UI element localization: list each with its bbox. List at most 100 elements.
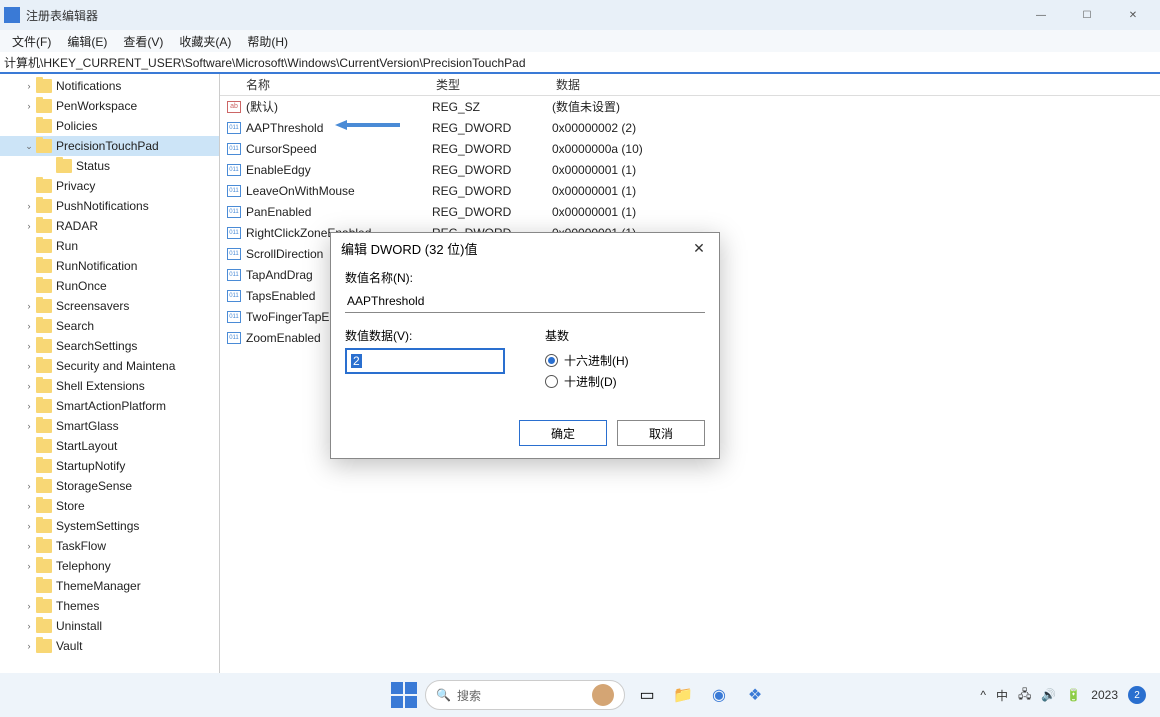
tree-item[interactable]: Policies xyxy=(0,116,219,136)
tree-item[interactable]: ›Vault xyxy=(0,636,219,656)
value-type: REG_SZ xyxy=(432,100,552,114)
tree-item[interactable]: ›Security and Maintena xyxy=(0,356,219,376)
tree-item[interactable]: ›Shell Extensions xyxy=(0,376,219,396)
tree-item[interactable]: ›Store xyxy=(0,496,219,516)
list-row[interactable]: 011EnableEdgyREG_DWORD0x00000001 (1) xyxy=(220,159,1160,180)
binary-value-icon: 011 xyxy=(226,268,242,282)
search-icon: 🔍 xyxy=(436,688,451,702)
battery-icon[interactable]: 🔋 xyxy=(1066,688,1081,702)
minimize-button[interactable]: — xyxy=(1018,0,1064,30)
tree-item[interactable]: ›Uninstall xyxy=(0,616,219,636)
radio-hex[interactable]: 十六进制(H) xyxy=(545,352,705,369)
value-data: 0x00000002 (2) xyxy=(552,121,1160,135)
data-input[interactable]: 2 xyxy=(345,348,505,374)
tree-item[interactable]: StartupNotify xyxy=(0,456,219,476)
tray-chevron-icon[interactable]: ^ xyxy=(980,688,986,702)
menu-edit[interactable]: 编辑(E) xyxy=(59,31,115,52)
tree-item[interactable]: ›Themes xyxy=(0,596,219,616)
chevron-icon: › xyxy=(22,361,36,371)
list-row[interactable]: 011PanEnabledREG_DWORD0x00000001 (1) xyxy=(220,201,1160,222)
edit-dword-dialog: 编辑 DWORD (32 位)值 ✕ 数值名称(N): AAPThreshold… xyxy=(330,232,720,459)
tree-item[interactable]: ›Notifications xyxy=(0,76,219,96)
tree-item[interactable]: ›TaskFlow xyxy=(0,536,219,556)
tree-item[interactable]: ›RADAR xyxy=(0,216,219,236)
registry-tree[interactable]: ›Notifications›PenWorkspace Policies ⌄Prec… xyxy=(0,74,220,674)
dialog-close-button[interactable]: ✕ xyxy=(689,240,709,257)
tree-item[interactable]: ›SystemSettings xyxy=(0,516,219,536)
tree-label: RunNotification xyxy=(56,259,137,273)
col-data[interactable]: 数据 xyxy=(550,76,1160,93)
menu-view[interactable]: 查看(V) xyxy=(115,31,171,52)
tree-item[interactable]: Privacy xyxy=(0,176,219,196)
tree-label: TaskFlow xyxy=(56,539,106,553)
tree-label: PushNotifications xyxy=(56,199,149,213)
address-bar[interactable]: 计算机\HKEY_CURRENT_USER\Software\Microsoft… xyxy=(0,52,1160,74)
tree-item[interactable]: ⌄PrecisionTouchPad xyxy=(0,136,219,156)
radio-dec[interactable]: 十进制(D) xyxy=(545,373,705,390)
tree-item[interactable]: ›Telephony xyxy=(0,556,219,576)
data-label: 数值数据(V): xyxy=(345,327,525,344)
chevron-icon: › xyxy=(22,341,36,351)
col-name[interactable]: 名称 xyxy=(220,76,430,93)
folder-icon xyxy=(36,639,52,653)
taskbar-search[interactable]: 🔍 搜索 xyxy=(425,680,625,710)
start-button[interactable] xyxy=(391,682,417,708)
titlebar: 注册表编辑器 — ☐ ✕ xyxy=(0,0,1160,30)
edge-icon[interactable]: ◉ xyxy=(705,681,733,709)
search-avatar xyxy=(592,684,614,706)
menu-help[interactable]: 帮助(H) xyxy=(239,31,296,52)
notification-badge[interactable]: 2 xyxy=(1128,686,1146,704)
tree-item[interactable]: ›Search xyxy=(0,316,219,336)
maximize-button[interactable]: ☐ xyxy=(1064,0,1110,30)
value-type: REG_DWORD xyxy=(432,184,552,198)
menu-file[interactable]: 文件(F) xyxy=(4,31,59,52)
tree-item[interactable]: ›StorageSense xyxy=(0,476,219,496)
tree-label: Store xyxy=(56,499,85,513)
list-row[interactable]: ab(默认)REG_SZ(数值未设置) xyxy=(220,96,1160,117)
tree-item[interactable]: ThemeManager xyxy=(0,576,219,596)
tree-item[interactable]: ›PenWorkspace xyxy=(0,96,219,116)
close-button[interactable]: ✕ xyxy=(1110,0,1156,30)
chevron-icon: › xyxy=(22,601,36,611)
tree-item[interactable]: ›SearchSettings xyxy=(0,336,219,356)
folder-icon xyxy=(36,379,52,393)
tree-label: Policies xyxy=(56,119,97,133)
tree-item[interactable]: RunOnce xyxy=(0,276,219,296)
menu-favorites[interactable]: 收藏夹(A) xyxy=(171,31,239,52)
name-value: AAPThreshold xyxy=(345,290,705,313)
list-row[interactable]: 011CursorSpeedREG_DWORD0x0000000a (10) xyxy=(220,138,1160,159)
taskview-icon[interactable]: ▭ xyxy=(633,681,661,709)
folder-icon xyxy=(56,159,72,173)
ime-indicator[interactable]: 中 xyxy=(996,687,1008,704)
binary-value-icon: 011 xyxy=(226,184,242,198)
folder-icon xyxy=(36,559,52,573)
tree-item[interactable]: ›SmartActionPlatform xyxy=(0,396,219,416)
value-name: PanEnabled xyxy=(246,205,432,219)
chevron-icon: › xyxy=(22,621,36,631)
tree-item[interactable]: Run xyxy=(0,236,219,256)
tree-item[interactable]: ›Screensavers xyxy=(0,296,219,316)
radio-icon xyxy=(545,375,558,388)
list-row[interactable]: 011LeaveOnWithMouseREG_DWORD0x00000001 (… xyxy=(220,180,1160,201)
folder-icon xyxy=(36,199,52,213)
folder-icon xyxy=(36,179,52,193)
base-label: 基数 xyxy=(545,327,705,344)
col-type[interactable]: 类型 xyxy=(430,76,550,93)
tree-item[interactable]: ›PushNotifications xyxy=(0,196,219,216)
ok-button[interactable]: 确定 xyxy=(519,420,607,446)
tree-item[interactable]: ›SmartGlass xyxy=(0,416,219,436)
network-icon[interactable]: 🖧 xyxy=(1018,685,1031,706)
folder-icon xyxy=(36,619,52,633)
binary-value-icon: 011 xyxy=(226,226,242,240)
cancel-button[interactable]: 取消 xyxy=(617,420,705,446)
chevron-icon: › xyxy=(22,421,36,431)
tree-item[interactable]: Status xyxy=(0,156,219,176)
tree-item[interactable]: StartLayout xyxy=(0,436,219,456)
chevron-icon: › xyxy=(22,101,36,111)
app-icon[interactable]: ❖ xyxy=(741,681,769,709)
explorer-icon[interactable]: 📁 xyxy=(669,681,697,709)
volume-icon[interactable]: 🔊 xyxy=(1041,688,1056,702)
tree-item[interactable]: RunNotification xyxy=(0,256,219,276)
clock-year[interactable]: 2023 xyxy=(1091,688,1118,702)
value-type: REG_DWORD xyxy=(432,142,552,156)
